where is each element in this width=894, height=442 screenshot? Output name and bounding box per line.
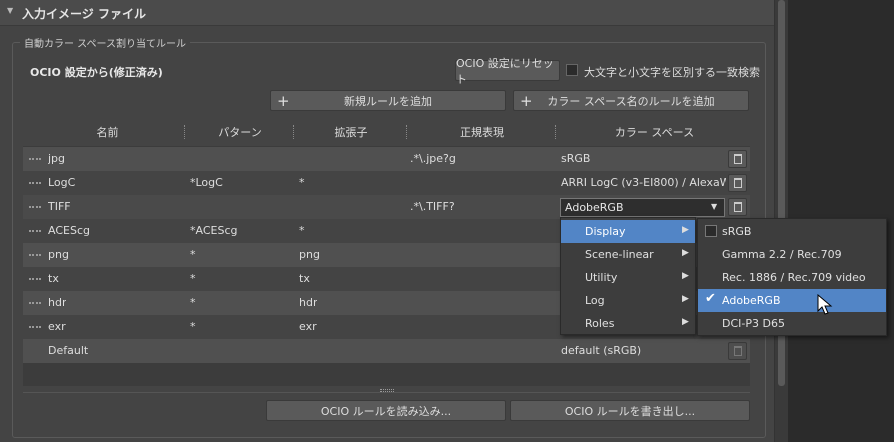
trash-icon bbox=[734, 154, 742, 164]
column-header-extension[interactable]: 拡張子 bbox=[295, 122, 407, 142]
cell-name: tx bbox=[48, 272, 59, 285]
cell-regex: .*\.jpe?g bbox=[410, 152, 456, 165]
cell-extension: exr bbox=[299, 320, 317, 333]
drag-handle-icon[interactable] bbox=[29, 158, 41, 160]
colorspace-dropdown[interactable]: AdobeRGB ▼ bbox=[560, 198, 725, 217]
cell-pattern: * bbox=[190, 320, 196, 333]
menu-item-display[interactable]: Display ▶ bbox=[561, 220, 695, 243]
plus-icon: + bbox=[520, 92, 533, 110]
section-title: 入力イメージ ファイル bbox=[22, 7, 146, 21]
submenu-item-srgb[interactable]: sRGB bbox=[698, 220, 886, 243]
cell-colorspace[interactable]: default (sRGB) bbox=[561, 344, 641, 357]
drag-handle-icon[interactable] bbox=[29, 254, 41, 256]
add-rule-button[interactable]: + 新規ルールを追加 bbox=[270, 90, 506, 111]
colorspace-dropdown-value: AdobeRGB bbox=[565, 201, 624, 214]
trash-icon bbox=[734, 202, 742, 212]
column-header-regex[interactable]: 正規表現 bbox=[408, 122, 556, 142]
cell-name: png bbox=[48, 248, 69, 261]
config-source-label: OCIO 設定から(修正済み) bbox=[30, 66, 163, 79]
cell-name: hdr bbox=[48, 296, 67, 309]
colorspace-category-menu: Display ▶ Scene-linear ▶ Utility ▶ Log ▶… bbox=[560, 217, 696, 335]
cell-name: jpg bbox=[48, 152, 66, 165]
delete-rule-button[interactable] bbox=[728, 174, 747, 192]
cell-extension: hdr bbox=[299, 296, 318, 309]
add-colorspace-rule-label: カラー スペース名のルールを追加 bbox=[547, 94, 715, 108]
cell-pattern: *LogC bbox=[190, 176, 223, 189]
menu-item-roles[interactable]: Roles ▶ bbox=[561, 312, 695, 335]
cell-pattern: * bbox=[190, 272, 196, 285]
table-row[interactable]: LogC *LogC * ARRI LogC (v3-EI800) / Alex… bbox=[23, 171, 750, 195]
cell-pattern: * bbox=[190, 248, 196, 261]
submenu-item-rec1886[interactable]: Rec. 1886 / Rec.709 video bbox=[698, 266, 886, 289]
plus-icon: + bbox=[277, 92, 290, 110]
display-submenu: sRGB Gamma 2.2 / Rec.709 Rec. 1886 / Rec… bbox=[697, 218, 887, 336]
add-colorspace-rule-button[interactable]: + カラー スペース名のルールを追加 bbox=[513, 90, 749, 111]
trash-icon bbox=[734, 178, 742, 188]
case-sensitive-checkbox[interactable] bbox=[566, 64, 578, 76]
drag-handle-icon[interactable] bbox=[29, 302, 41, 304]
splitter-handle[interactable] bbox=[380, 389, 394, 392]
column-header-name[interactable]: 名前 bbox=[30, 122, 185, 142]
delete-rule-button[interactable] bbox=[728, 198, 747, 216]
cell-pattern: *ACEScg bbox=[190, 224, 238, 237]
submenu-item-adobergb[interactable]: ✔ AdobeRGB bbox=[698, 289, 886, 312]
chevron-right-icon: ▶ bbox=[682, 225, 689, 235]
cell-colorspace[interactable]: ARRI LogC (v3-EI800) / AlexaWid bbox=[561, 176, 726, 189]
section-header[interactable]: ▼ 入力イメージ ファイル bbox=[0, 0, 774, 26]
menu-item-log[interactable]: Log ▶ bbox=[561, 289, 695, 312]
menu-item-scene-linear[interactable]: Scene-linear ▶ bbox=[561, 243, 695, 266]
cell-pattern: * bbox=[190, 296, 196, 309]
cell-colorspace[interactable]: sRGB bbox=[561, 152, 590, 165]
submenu-item-dci-p3[interactable]: DCI-P3 D65 bbox=[698, 312, 886, 335]
chevron-right-icon: ▶ bbox=[682, 271, 689, 281]
dropdown-arrow-icon[interactable]: ▼ bbox=[711, 202, 717, 211]
reset-to-ocio-button[interactable]: OCIO 設定にリセット bbox=[455, 57, 560, 86]
group-title: 自動カラー スペース割り当てルール bbox=[20, 35, 190, 50]
cell-name: Default bbox=[48, 344, 89, 357]
cell-name: LogC bbox=[48, 176, 76, 189]
cell-extension: png bbox=[299, 248, 320, 261]
drag-handle-icon[interactable] bbox=[29, 206, 41, 208]
checkmark-icon: ✔ bbox=[705, 291, 716, 306]
mouse-cursor-icon bbox=[817, 294, 833, 315]
chevron-right-icon: ▶ bbox=[682, 294, 689, 304]
column-header-colorspace[interactable]: カラー スペース bbox=[557, 122, 752, 142]
table-row[interactable]: Default default (sRGB) bbox=[23, 339, 750, 363]
cell-extension: tx bbox=[299, 272, 310, 285]
menu-item-utility[interactable]: Utility ▶ bbox=[561, 266, 695, 289]
cell-name: exr bbox=[48, 320, 66, 333]
add-rule-label: 新規ルールを追加 bbox=[344, 94, 432, 108]
cell-regex: .*\.TIFF? bbox=[410, 200, 455, 213]
drag-handle-icon[interactable] bbox=[29, 326, 41, 328]
chevron-right-icon: ▶ bbox=[682, 317, 689, 327]
cell-extension: * bbox=[299, 176, 305, 189]
case-sensitive-label: 大文字と小文字を区別する一致検索 bbox=[584, 66, 760, 79]
cell-extension: * bbox=[299, 224, 305, 237]
column-header-pattern[interactable]: パターン bbox=[186, 122, 294, 142]
drag-handle-icon[interactable] bbox=[29, 230, 41, 232]
load-ocio-rules-button[interactable]: OCIO ルールを読み込み... bbox=[266, 400, 506, 421]
drag-handle-icon[interactable] bbox=[29, 182, 41, 184]
submenu-item-gamma22[interactable]: Gamma 2.2 / Rec.709 bbox=[698, 243, 886, 266]
delete-rule-button-disabled bbox=[728, 342, 747, 360]
table-row[interactable]: jpg .*\.jpe?g sRGB bbox=[23, 147, 750, 171]
checkbox-icon bbox=[705, 225, 717, 237]
splitter-line bbox=[23, 392, 750, 393]
export-ocio-rules-button[interactable]: OCIO ルールを書き出し... bbox=[510, 400, 750, 421]
trash-icon bbox=[734, 346, 742, 356]
chevron-right-icon: ▶ bbox=[682, 248, 689, 258]
delete-rule-button[interactable] bbox=[728, 150, 747, 168]
cell-name: TIFF bbox=[48, 200, 71, 213]
drag-handle-icon[interactable] bbox=[29, 278, 41, 280]
collapse-arrow-icon[interactable]: ▼ bbox=[7, 6, 13, 15]
cell-name: ACEScg bbox=[48, 224, 90, 237]
